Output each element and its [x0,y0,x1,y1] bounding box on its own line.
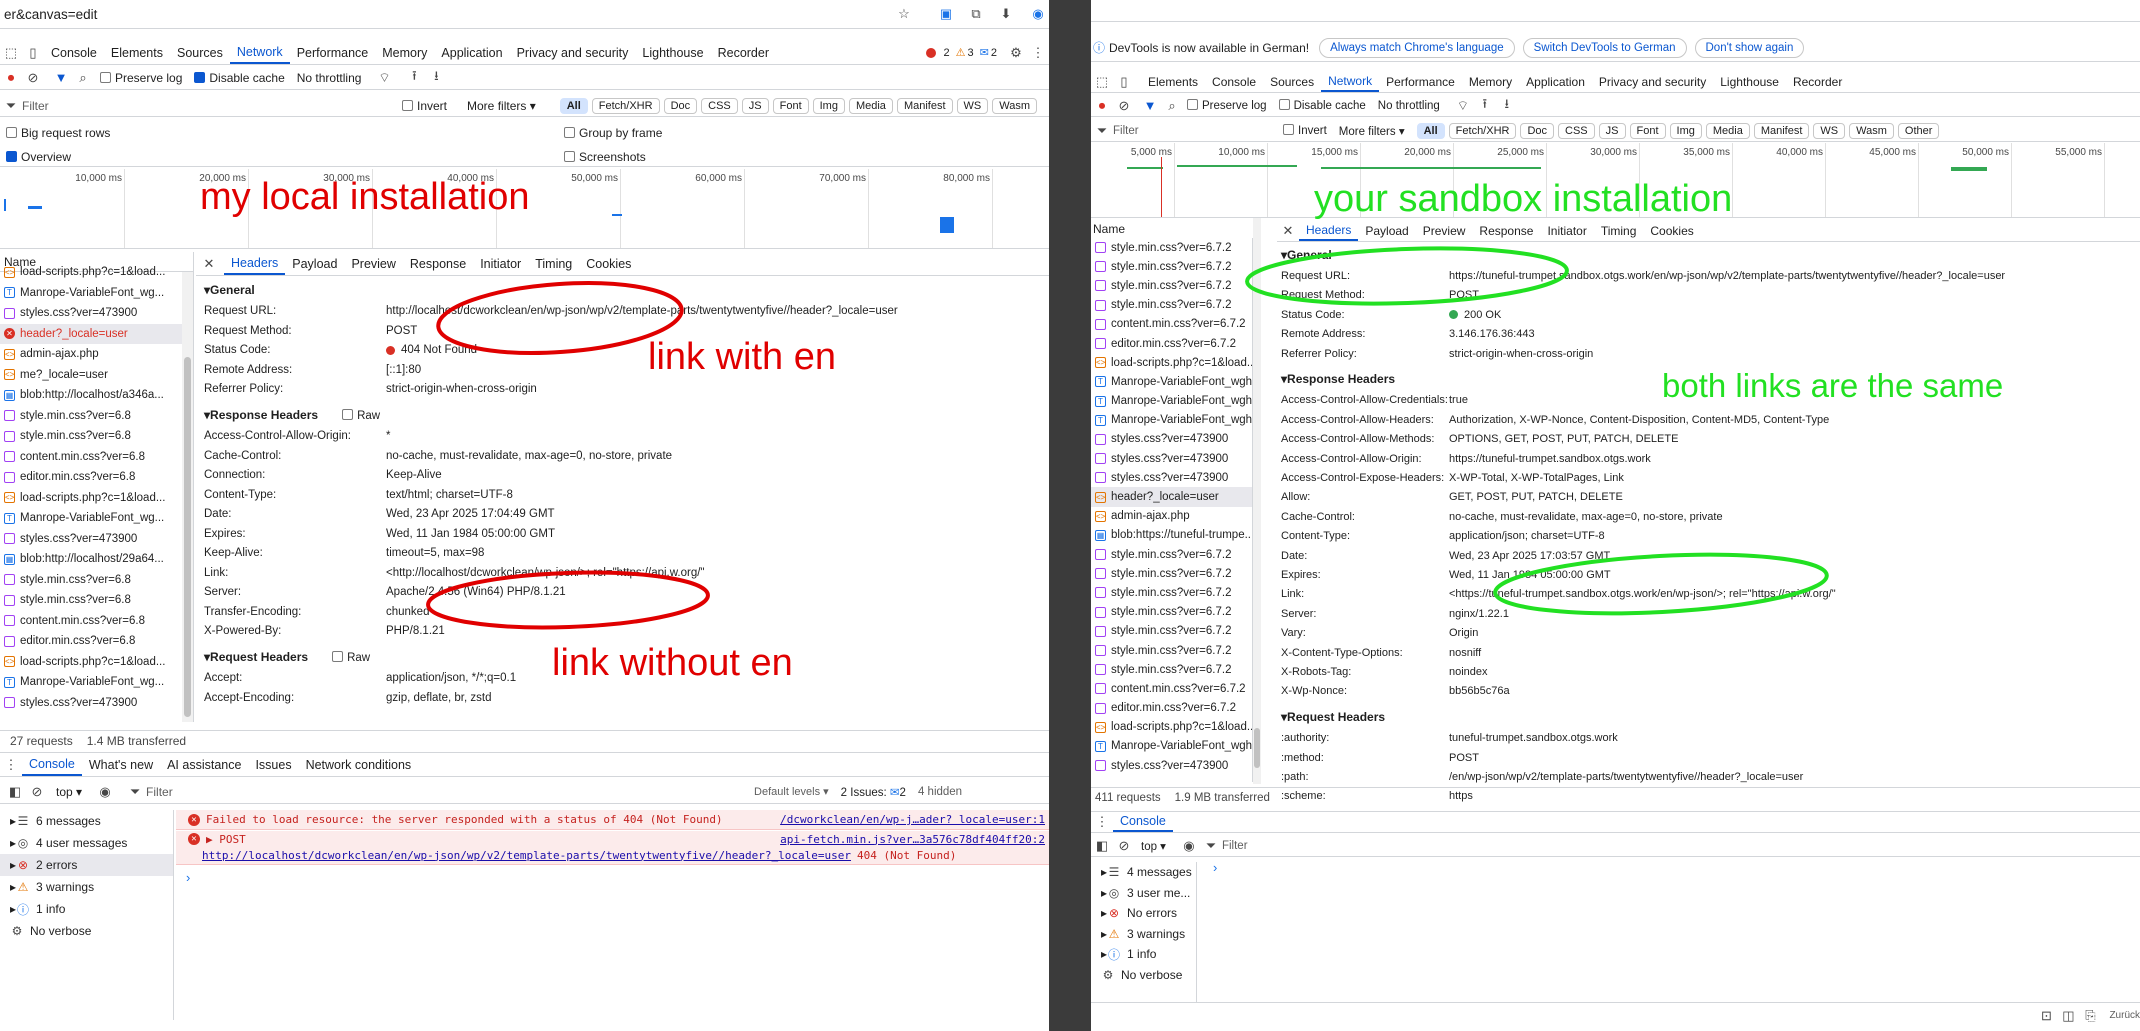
red-circle-marks [426,281,710,630]
right-devtools-window: ⓘ DevTools is now available in German! A… [1091,0,2140,1031]
screenshot: er&canvas=edit ☆ ▣ ⧉ ⬇ ◉ ⬚ ▯ Console Elem… [0,0,2140,1031]
left-devtools-window: er&canvas=edit ☆ ▣ ⧉ ⬇ ◉ ⬚ ▯ Console Elem… [0,0,1049,1031]
window-separator [1049,0,1091,1031]
green-circle-marks [1245,246,1829,616]
